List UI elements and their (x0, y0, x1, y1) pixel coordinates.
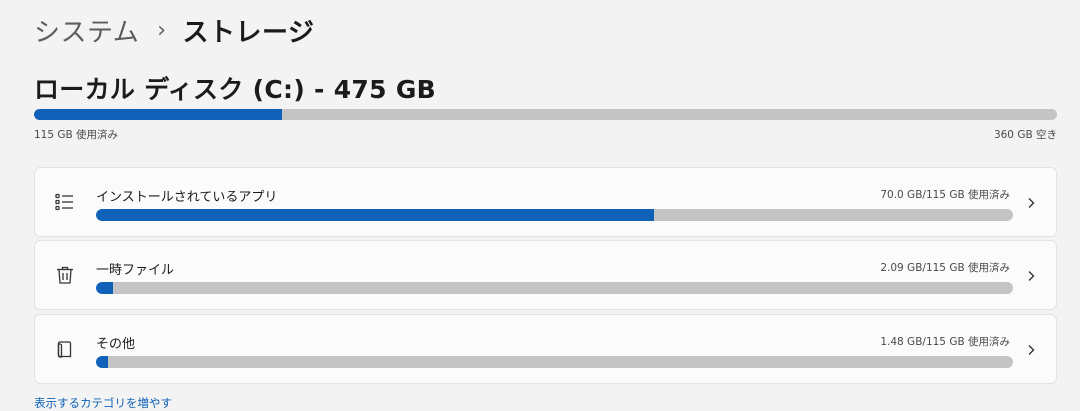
category-card-installed-apps[interactable]: インストールされているアプリ 70.0 GB/115 GB 使用済み (34, 167, 1057, 237)
disk-usage-bar-fill (34, 109, 282, 120)
category-usage-bar-fill (96, 209, 655, 221)
trash-icon (54, 264, 76, 286)
category-usage-bar (96, 209, 1013, 221)
category-usage-bar (96, 356, 1013, 368)
category-usage-bar-fill (96, 356, 108, 368)
page-title: ストレージ (182, 18, 315, 48)
show-more-categories-link[interactable]: 表示するカテゴリを増やす (34, 395, 172, 411)
category-usage: 70.0 GB/115 GB 使用済み (880, 189, 1010, 201)
category-label: インストールされているアプリ (96, 190, 278, 205)
chevron-right-icon (1024, 195, 1038, 209)
disk-title: ローカル ディスク (C:) - 475 GB (34, 75, 437, 104)
category-usage-bar-fill (96, 282, 113, 294)
chevron-right-icon (1024, 268, 1038, 282)
category-card-temp-files[interactable]: 一時ファイル 2.09 GB/115 GB 使用済み (34, 240, 1057, 310)
category-card-other[interactable]: その他 1.48 GB/115 GB 使用済み (34, 314, 1057, 384)
category-label: 一時ファイル (96, 263, 175, 278)
breadcrumb-system-link[interactable]: システム (34, 12, 139, 49)
category-usage-bar (96, 282, 1013, 294)
category-usage: 1.48 GB/115 GB 使用済み (880, 336, 1010, 348)
chevron-right-icon (1024, 342, 1038, 356)
category-usage: 2.09 GB/115 GB 使用済み (880, 262, 1010, 274)
apps-list-icon (54, 191, 76, 213)
other-file-icon (54, 338, 76, 360)
disk-used-label: 115 GB 使用済み (34, 129, 119, 141)
breadcrumb-separator: › (157, 18, 167, 43)
disk-free-label: 360 GB 空き (993, 129, 1057, 141)
disk-usage-bar (34, 109, 1057, 120)
category-label: その他 (96, 337, 136, 352)
breadcrumb: システム › ストレージ (34, 12, 315, 49)
